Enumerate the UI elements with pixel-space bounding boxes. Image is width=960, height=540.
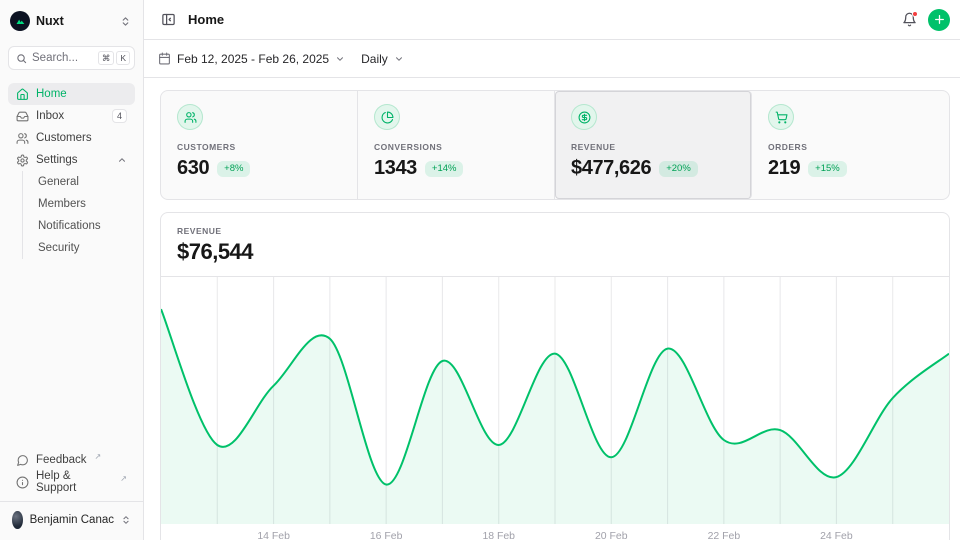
stats-row: CUSTOMERS 630 +8% CONVERSIONS 1343 +14% (160, 90, 950, 200)
sidebar-item-label: Members (38, 198, 86, 210)
external-link-icon: ↗ (95, 452, 102, 461)
cart-icon (768, 104, 794, 130)
sidebar-item-label: Customers (36, 132, 92, 144)
sidebar-item-label: Security (38, 242, 80, 254)
stat-label: REVENUE (571, 142, 735, 152)
stat-label: CONVERSIONS (374, 142, 538, 152)
sidebar-item-inbox[interactable]: Inbox 4 (8, 105, 135, 127)
pie-chart-icon (374, 104, 400, 130)
dollar-circle-icon (571, 104, 597, 130)
stat-value: 1343 (374, 157, 417, 180)
main-panel: Home Feb 12, 2025 - Feb 26, 2025 (144, 0, 960, 540)
search-input[interactable]: Search... ⌘K (8, 46, 135, 70)
sidebar-item-members[interactable]: Members (34, 193, 135, 215)
chart-header: REVENUE $76,544 (161, 213, 949, 277)
users-icon (177, 104, 203, 130)
external-link-icon: ↗ (120, 474, 127, 483)
svg-text:20 Feb: 20 Feb (595, 531, 628, 540)
sidebar-nav: Home Inbox 4 Customers Settings (8, 83, 135, 259)
chevron-down-icon (394, 54, 404, 64)
sidebar-item-notifications[interactable]: Notifications (34, 215, 135, 237)
settings-subnav: General Members Notifications Security (22, 171, 135, 259)
delta-badge: +20% (659, 161, 698, 177)
stat-label: CUSTOMERS (177, 142, 341, 152)
stat-value: $477,626 (571, 157, 651, 180)
avatar (12, 511, 23, 529)
stat-label: ORDERS (768, 142, 933, 152)
stat-value: 219 (768, 157, 800, 180)
delta-badge: +8% (217, 161, 250, 177)
chevron-down-icon (335, 54, 345, 64)
stat-value: 630 (177, 157, 209, 180)
svg-text:16 Feb: 16 Feb (370, 531, 403, 540)
chevrons-up-down-icon (120, 16, 131, 27)
dashboard-app: Nuxt Search... ⌘K Home In (0, 0, 960, 540)
svg-text:22 Feb: 22 Feb (708, 531, 741, 540)
stat-card-orders[interactable]: ORDERS 219 +15% (752, 91, 949, 199)
stat-card-customers[interactable]: CUSTOMERS 630 +8% (161, 91, 358, 199)
sidebar-item-label: Home (36, 88, 67, 100)
panel-left-close-icon (161, 12, 176, 27)
page-title: Home (188, 12, 224, 27)
calendar-icon (158, 52, 171, 65)
sidebar-item-label: Settings (36, 154, 78, 166)
nuxt-logo (10, 11, 30, 31)
sidebar-item-general[interactable]: General (34, 171, 135, 193)
svg-text:24 Feb: 24 Feb (820, 531, 853, 540)
delta-badge: +14% (425, 161, 464, 177)
sidebar-item-label: Feedback (36, 454, 87, 466)
workspace-name: Nuxt (36, 14, 64, 28)
kbd-cmd: ⌘ (98, 51, 115, 65)
workspace-switcher[interactable]: Nuxt (8, 9, 135, 33)
collapse-sidebar-button[interactable] (158, 9, 179, 30)
add-button[interactable] (928, 9, 950, 31)
sidebar-item-help-support[interactable]: Help & Support ↗ (8, 471, 135, 493)
sidebar-item-label: Inbox (36, 110, 64, 122)
granularity-label: Daily (361, 52, 388, 66)
sidebar: Nuxt Search... ⌘K Home In (0, 0, 144, 540)
sidebar-item-label: Notifications (38, 220, 101, 232)
inbox-icon (16, 110, 29, 123)
kbd-k: K (116, 51, 130, 65)
search-icon (16, 53, 27, 64)
sidebar-divider (0, 501, 143, 502)
sidebar-item-security[interactable]: Security (34, 237, 135, 259)
chat-bubble-icon (16, 454, 29, 467)
stat-card-conversions[interactable]: CONVERSIONS 1343 +14% (358, 91, 555, 199)
revenue-chart-svg: 14 Feb 16 Feb 18 Feb 20 Feb 22 Feb 24 Feb (161, 277, 949, 540)
search-shortcut: ⌘K (98, 51, 130, 65)
chart-metric-value: $76,544 (177, 239, 933, 265)
date-range-label: Feb 12, 2025 - Feb 26, 2025 (177, 52, 329, 66)
gear-icon (16, 154, 29, 167)
granularity-select[interactable]: Daily (361, 52, 404, 66)
sidebar-item-settings[interactable]: Settings (8, 149, 135, 171)
user-menu[interactable]: Benjamin Canac (8, 508, 135, 532)
user-name: Benjamin Canac (30, 514, 114, 526)
sidebar-item-label: General (38, 176, 79, 188)
plus-icon (933, 13, 946, 26)
sidebar-item-feedback[interactable]: Feedback ↗ (8, 449, 135, 471)
chart-metric-label: REVENUE (177, 226, 933, 236)
sidebar-item-label: Help & Support (36, 470, 112, 494)
filters-toolbar: Feb 12, 2025 - Feb 26, 2025 Daily (144, 40, 960, 78)
chevron-up-icon (117, 155, 127, 165)
sidebar-item-customers[interactable]: Customers (8, 127, 135, 149)
dashboard-content: CUSTOMERS 630 +8% CONVERSIONS 1343 +14% (144, 78, 960, 540)
delta-badge: +15% (808, 161, 847, 177)
inbox-count-badge: 4 (112, 109, 127, 123)
svg-text:14 Feb: 14 Feb (257, 531, 290, 540)
users-icon (16, 132, 29, 145)
top-header: Home (144, 0, 960, 40)
date-range-picker[interactable]: Feb 12, 2025 - Feb 26, 2025 (158, 52, 345, 66)
notifications-button[interactable] (899, 9, 920, 30)
unread-dot (912, 11, 918, 17)
search-placeholder: Search... (32, 52, 93, 64)
revenue-chart-card: REVENUE $76,544 14 Feb 16 Feb 18 Feb 20 Feb… (160, 212, 950, 540)
svg-text:18 Feb: 18 Feb (482, 531, 515, 540)
stat-card-revenue[interactable]: REVENUE $477,626 +20% (555, 91, 752, 199)
sidebar-item-home[interactable]: Home (8, 83, 135, 105)
info-icon (16, 476, 29, 489)
chevrons-up-down-icon (121, 515, 131, 525)
home-icon (16, 88, 29, 101)
